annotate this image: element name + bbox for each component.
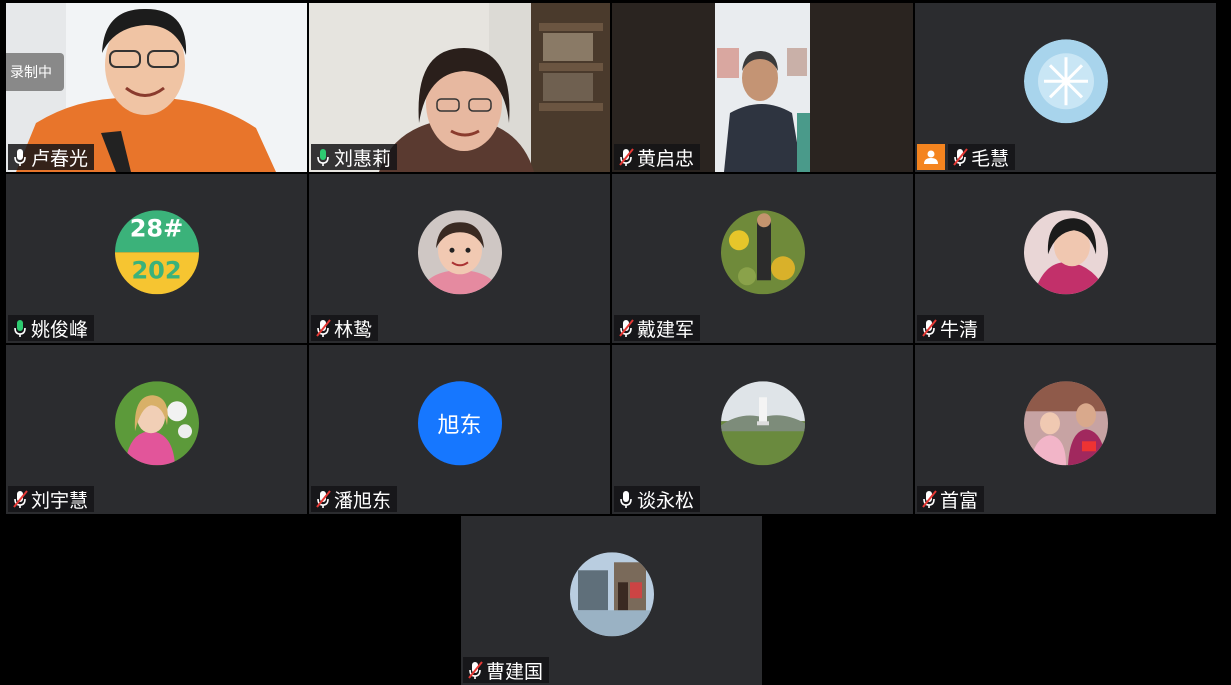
- mic-muted-icon: [921, 318, 937, 338]
- participant-avatar: 28# 202: [114, 209, 199, 294]
- participant-avatar: [1023, 209, 1108, 294]
- participant-name: 刘宇慧: [31, 489, 89, 512]
- participant-tile[interactable]: 戴建军: [612, 174, 913, 343]
- participant-name: 潘旭东: [334, 489, 392, 512]
- participant-name: 林鸷: [334, 318, 373, 341]
- mic-muted-icon: [921, 489, 937, 509]
- video-grid: 录制中 卢春光 刘惠莉 黄启忠 毛慧 28# 202 姚俊峰 林鸷 戴建军 牛清…: [0, 0, 1231, 685]
- participant-tile[interactable]: 首富: [915, 345, 1216, 514]
- participant-tile[interactable]: 曹建国: [461, 516, 762, 685]
- participant-name-tag: 首富: [917, 486, 985, 512]
- participant-tile[interactable]: 录制中 卢春光: [6, 3, 307, 172]
- participant-avatar: [114, 380, 199, 465]
- participant-name: 牛清: [940, 318, 979, 341]
- participant-tile[interactable]: 毛慧: [915, 3, 1216, 172]
- participant-name: 曹建国: [486, 660, 544, 683]
- participant-name-tag: 黄启忠: [614, 144, 701, 170]
- participant-tile[interactable]: 刘惠莉: [309, 3, 610, 172]
- participant-name-tag: 刘宇慧: [8, 486, 95, 512]
- participant-avatar: [720, 380, 805, 465]
- avatar-text-line2: 202: [131, 255, 182, 284]
- participant-name: 戴建军: [637, 318, 695, 341]
- avatar-text-line1: 28#: [129, 213, 184, 242]
- avatar-initials: 旭东: [437, 412, 482, 438]
- mic-muted-icon: [12, 489, 28, 509]
- participant-name: 黄启忠: [637, 147, 695, 170]
- participant-name-tag: 潘旭东: [311, 486, 398, 512]
- participant-tile[interactable]: 谈永松: [612, 345, 913, 514]
- participant-name-tag: 卢春光: [8, 144, 95, 170]
- participant-name-tag: 曹建国: [463, 657, 550, 683]
- participant-avatar: [569, 551, 654, 636]
- participant-tile[interactable]: 刘宇慧: [6, 345, 307, 514]
- participant-avatar: [720, 209, 805, 294]
- participant-tile[interactable]: 28# 202 姚俊峰: [6, 174, 307, 343]
- participant-name-tag: 刘惠莉: [311, 144, 398, 170]
- participant-tile[interactable]: 林鸷: [309, 174, 610, 343]
- participant-tile[interactable]: 黄启忠: [612, 3, 913, 172]
- mic-muted-icon: [315, 318, 331, 338]
- recording-label: 录制中: [10, 65, 52, 81]
- mic-on-icon: [12, 147, 28, 167]
- participant-name-tag: 戴建军: [614, 315, 701, 341]
- mic-muted-icon: [315, 489, 331, 509]
- mic-muted-icon: [467, 660, 483, 680]
- mic-muted-icon: [618, 318, 634, 338]
- participant-name: 首富: [940, 489, 979, 512]
- person-icon: [917, 144, 945, 170]
- participant-tile[interactable]: 旭东 潘旭东: [309, 345, 610, 514]
- participant-name-tag: 毛慧: [948, 144, 1016, 170]
- participant-tile[interactable]: 牛清: [915, 174, 1216, 343]
- participant-name: 姚俊峰: [31, 318, 89, 341]
- participant-name-tag: 牛清: [917, 315, 985, 341]
- participant-name-tag: 谈永松: [614, 486, 701, 512]
- participant-initials-avatar: 旭东: [417, 380, 502, 465]
- participant-name-tag: 林鸷: [311, 315, 379, 341]
- mic-on-icon: [315, 147, 331, 167]
- participant-name: 毛慧: [971, 147, 1010, 170]
- recording-indicator: 录制中: [6, 53, 64, 91]
- participant-name: 卢春光: [31, 147, 89, 170]
- mic-on-icon: [12, 318, 28, 338]
- participant-avatar: [1023, 380, 1108, 465]
- participant-avatar: [417, 209, 502, 294]
- participant-name: 谈永松: [637, 489, 695, 512]
- mic-idle-icon: [618, 489, 634, 509]
- participant-avatar: [1023, 38, 1108, 123]
- mic-muted-icon: [952, 147, 968, 167]
- participant-name: 刘惠莉: [334, 147, 392, 170]
- mic-muted-icon: [618, 147, 634, 167]
- participant-name-tag: 姚俊峰: [8, 315, 95, 341]
